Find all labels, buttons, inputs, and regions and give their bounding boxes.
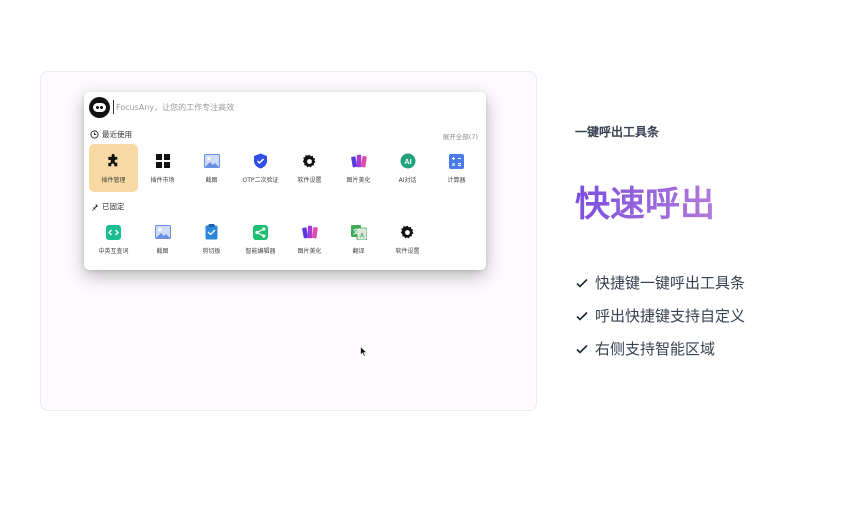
tile-label: 翻译 bbox=[352, 248, 365, 255]
tile-label: 图片美化 bbox=[297, 248, 322, 255]
pinned-items-tile[interactable]: 截图 bbox=[138, 215, 187, 263]
tile-label: 插件市场 bbox=[150, 177, 175, 184]
books-icon bbox=[301, 224, 318, 240]
tile-label: AI对话 bbox=[398, 177, 417, 184]
launcher-window: 最近使用 展开全部(7) 插件管理插件市场截图OTP二次验证软件设置图片美化AI… bbox=[84, 92, 486, 270]
pinned-items-tile[interactable]: 图片美化 bbox=[285, 215, 334, 263]
recent-items-tile[interactable]: AI AI对话 bbox=[383, 144, 432, 192]
clock-icon bbox=[90, 130, 99, 139]
check-icon bbox=[576, 311, 588, 321]
calculator-icon bbox=[449, 153, 465, 169]
puzzle-icon bbox=[106, 153, 122, 169]
tile-label: 插件管理 bbox=[101, 177, 126, 184]
tile-label: 软件设置 bbox=[297, 177, 322, 184]
tile-label: 智能编辑器 bbox=[245, 248, 276, 255]
recent-items-tile[interactable]: 计算器 bbox=[432, 144, 481, 192]
tile-label: 中英互查词 bbox=[98, 248, 129, 255]
pinned-items-tile[interactable]: 剪切板 bbox=[187, 215, 236, 263]
tile-label: 截图 bbox=[156, 248, 169, 255]
recent-grid: 插件管理 插件市场 截图 OTP二次验证 软件设置 图片美化 AI AI对话 计算器 bbox=[89, 144, 481, 192]
translate-icon: 文A bbox=[350, 224, 367, 240]
share-icon bbox=[253, 224, 269, 240]
clipboard-icon bbox=[204, 224, 220, 240]
pinned-items-tile[interactable]: 软件设置 bbox=[383, 215, 432, 263]
recent-title: 最近使用 bbox=[102, 130, 132, 139]
ai-icon: AI bbox=[400, 153, 416, 169]
feature-text: 快捷键一键呼出工具条 bbox=[595, 274, 746, 292]
recent-items-tile[interactable]: 图片美化 bbox=[334, 144, 383, 192]
pinned-grid: 中英互查词 截图 剪切板 智能编辑器 图片美化 文 A 翻译 软件设置 bbox=[89, 215, 432, 263]
tile-label: 软件设置 bbox=[395, 248, 420, 255]
feature-text: 右侧支持智能区域 bbox=[595, 340, 716, 358]
feature-item: 右侧支持智能区域 bbox=[575, 332, 745, 365]
feature-item: 快捷键一键呼出工具条 bbox=[575, 266, 745, 299]
feature-title: 快速呼出 bbox=[575, 176, 715, 227]
pinned-items-tile[interactable]: 智能编辑器 bbox=[236, 215, 285, 263]
books-icon bbox=[350, 153, 367, 169]
svg-text:A: A bbox=[359, 233, 364, 239]
tile-label: 图片美化 bbox=[346, 177, 371, 184]
feature-list: 快捷键一键呼出工具条 呼出快捷键支持自定义 右侧支持智能区域 bbox=[575, 266, 745, 365]
code-icon bbox=[106, 224, 122, 240]
image-icon bbox=[203, 153, 220, 169]
search-input[interactable] bbox=[113, 100, 416, 114]
expand-all-link[interactable]: 展开全部(7) bbox=[443, 131, 478, 141]
feature-item: 呼出快捷键支持自定义 bbox=[575, 299, 745, 332]
recent-items-tile[interactable]: 软件设置 bbox=[285, 144, 334, 192]
svg-text:文: 文 bbox=[351, 228, 359, 236]
pinned-items-tile[interactable]: 中英互查词 bbox=[89, 215, 138, 263]
mouse-pointer-icon bbox=[360, 346, 368, 357]
recent-items-tile[interactable]: OTP二次验证 bbox=[236, 144, 285, 192]
svg-text:AI: AI bbox=[404, 157, 412, 166]
tile-label: OTP二次验证 bbox=[242, 177, 279, 184]
check-icon bbox=[576, 278, 588, 288]
gear-icon bbox=[302, 153, 318, 169]
tile-label: 剪切板 bbox=[202, 248, 221, 255]
gear-icon bbox=[400, 224, 416, 240]
recent-section-header: 最近使用 bbox=[90, 129, 132, 140]
feature-subtitle: 一键呼出工具条 bbox=[575, 125, 660, 139]
grid-icon bbox=[155, 153, 171, 169]
recent-items-tile[interactable]: 插件管理 bbox=[89, 144, 138, 192]
app-logo-icon bbox=[89, 97, 110, 118]
recent-items-tile[interactable]: 截图 bbox=[187, 144, 236, 192]
pinned-section-header: 已固定 bbox=[90, 201, 125, 212]
recent-items-tile[interactable]: 插件市场 bbox=[138, 144, 187, 192]
feature-text: 呼出快捷键支持自定义 bbox=[595, 307, 746, 325]
image-icon bbox=[154, 224, 171, 240]
pinned-title: 已固定 bbox=[102, 202, 125, 211]
tile-label: 计算器 bbox=[447, 177, 466, 184]
shield-check-icon bbox=[253, 153, 269, 169]
pinned-items-tile[interactable]: 文 A 翻译 bbox=[334, 215, 383, 263]
check-icon bbox=[576, 344, 588, 354]
tile-label: 截图 bbox=[205, 177, 218, 184]
pin-icon bbox=[90, 202, 99, 211]
